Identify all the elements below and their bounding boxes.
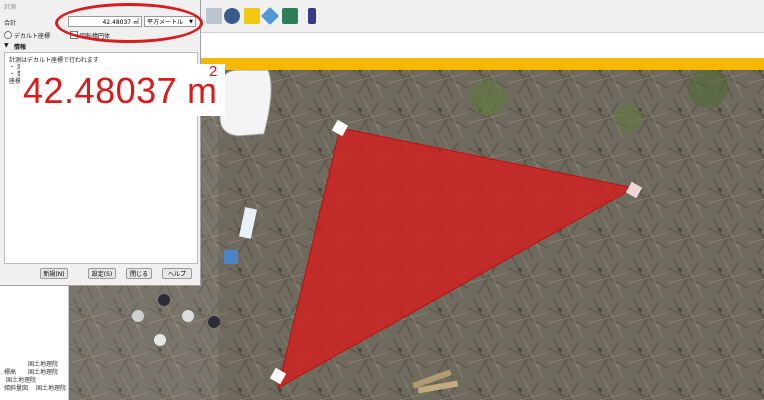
python-icon[interactable] [244, 8, 260, 24]
diamond-tool-icon[interactable] [260, 6, 280, 26]
area-exponent: 2 [209, 63, 218, 80]
measure-dialog: 計測 合計 42.48037 ㎡ 平方メートル ▼ デカルト座標 回転楕円体 ▼… [0, 0, 201, 286]
arrow-right-icon[interactable] [206, 8, 222, 24]
grid-tool-icon[interactable] [282, 8, 298, 24]
new-button[interactable]: 新規(N) [40, 268, 68, 279]
book-icon[interactable] [308, 8, 316, 24]
info-header: 情報 [14, 44, 27, 51]
collapse-arrow-icon[interactable]: ▼ [4, 42, 9, 49]
layer-item[interactable]: 国土地理院 [36, 383, 66, 392]
total-label: 合計 [4, 20, 17, 27]
layer-item[interactable]: 傾斜量図 [4, 383, 28, 392]
settings-button[interactable]: 設定(S) [88, 268, 116, 279]
layer-panel: 国土地理院 標高 国土地理院 国土地理院 傾斜量図 国土地理院 [0, 285, 69, 400]
area-callout: 42.48037 m 2 [20, 63, 225, 116]
map-header-bar [200, 58, 764, 70]
close-button[interactable]: 閉じる [126, 268, 152, 279]
layer-item[interactable]: 国土地理院 [28, 367, 58, 376]
cartesian-label: デカルト座標 [14, 33, 51, 40]
area-value: 42.48037 [23, 70, 178, 111]
cartesian-radio[interactable] [4, 31, 12, 39]
globe-icon[interactable] [224, 8, 240, 24]
dialog-title: 計測 [4, 4, 17, 11]
help-button[interactable]: ヘルプ [162, 268, 192, 279]
highlight-ellipse [55, 3, 203, 43]
map-toolbar [200, 0, 764, 33]
